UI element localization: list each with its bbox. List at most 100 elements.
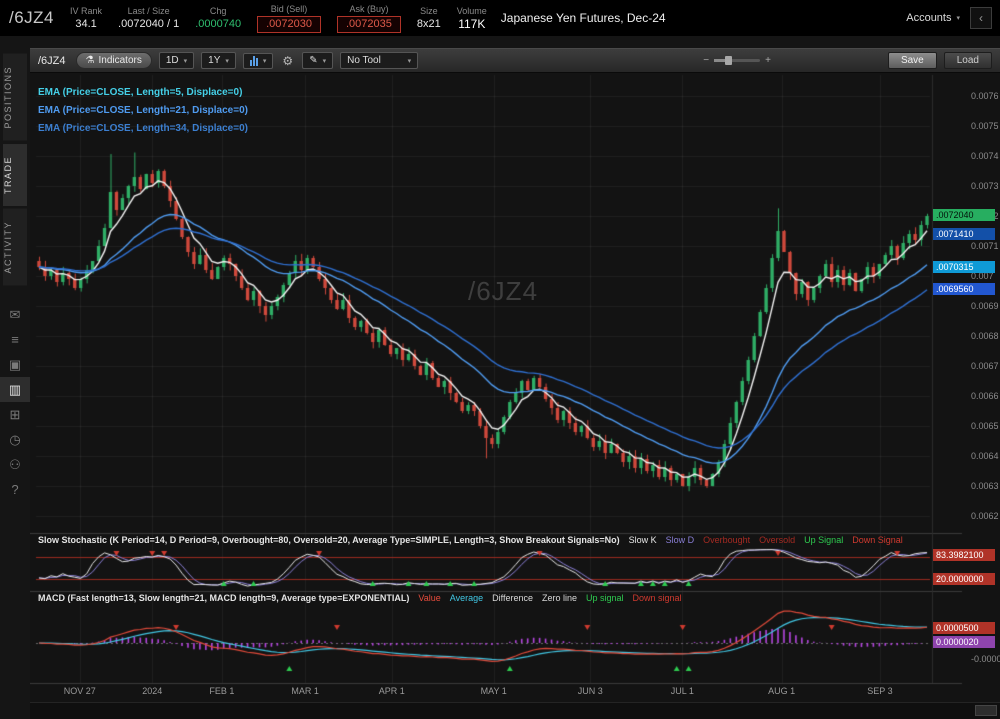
legend-item: Down Signal [852,535,903,545]
toolbar-symbol[interactable]: /6JZ4 [38,55,66,67]
sidebar-tab-positions[interactable]: POSITIONS [3,54,27,141]
stat-label: Last / Size [128,5,170,18]
chevron-down-icon: ▾ [263,57,267,65]
zoom-slider[interactable] [714,59,760,62]
x-axis-label: AUG 1 [759,686,805,696]
drawing-tools-select[interactable]: ✎ ▾ [302,52,333,69]
stat-label: IV Rank [70,5,102,18]
legend-item: Difference [492,593,533,603]
macd-value-badge: 0.0000500 [933,622,995,634]
y-axis-label: 0.0066 [971,391,999,401]
x-axis-label: JUL 1 [659,686,705,696]
app-body: POSITIONS TRADE ACTIVITY ✉≡▣▥⊞◷⚇? /6JZ4 ⚗ … [0,36,1000,719]
community-icon[interactable]: ⚇ [0,452,30,477]
flask-icon: ⚗ [86,55,95,66]
header-stat: Volume117K [457,5,487,31]
products-icon[interactable]: ▣ [0,352,30,377]
stochastic-header: Slow Stochastic (K Period=14, D Period=9… [38,535,903,545]
stat-value: .0072030 [257,16,321,33]
chart-watermark: /6JZ4 [468,276,538,307]
resize-grip[interactable] [975,705,997,716]
stat-value: 8x21 [417,18,441,31]
x-axis-label: MAY 1 [471,686,517,696]
watchlist-icon[interactable]: ≡ [0,327,30,352]
active-tool-select[interactable]: No Tool ▾ [340,52,418,69]
sidebar-tab-activity[interactable]: ACTIVITY [3,209,27,286]
stat-label: Ask (Buy) [349,3,388,16]
stat-value: .0072035 [337,16,401,33]
active-tool-value: No Tool [347,55,381,66]
history-icon[interactable]: ◷ [0,427,30,452]
y-axis-label: 0.0062 [971,511,999,521]
legend-item: Down signal [633,593,682,603]
macd-header: MACD (Fast length=13, Slow length=21, MA… [38,593,682,603]
zoom-control: − + [703,55,771,66]
messages-icon[interactable]: ✉ [0,302,30,327]
timeframe-select[interactable]: 1D ▾ [159,52,194,69]
chart-type-select[interactable]: ▾ [243,53,274,69]
x-axis-label: 2024 [129,686,175,696]
zoom-out-icon[interactable]: − [703,55,709,66]
zoom-slider-knob[interactable] [725,56,732,65]
quote-header: /6JZ4 IV Rank34.1 Last / Size.0072040 / 1… [0,0,1000,36]
macd-axis-label: -0.00005 [971,654,1000,664]
study-label: EMA (Price=CLOSE, Length=5, Displace=0) [38,87,242,98]
macd-diff-badge: 0.0000020 [933,636,995,648]
ema-value-badge: .0069560 [933,283,995,295]
legend-item: Slow D [666,535,695,545]
trading-app: /6JZ4 IV Rank34.1 Last / Size.0072040 / 1… [0,0,1000,719]
legend-item: Oversold [759,535,795,545]
range-value: 1Y [208,55,220,66]
y-axis-label: 0.0073 [971,181,999,191]
instrument-name: Japanese Yen Futures, Dec-24 [501,11,666,25]
stoch-oversold-badge: 20.0000000 [933,573,995,585]
gear-icon: ⚙ [282,54,293,68]
study-label: EMA (Price=CLOSE, Length=21, Displace=0) [38,105,248,116]
stoch-k-badge: 83.3982100 [933,549,995,561]
study-label: EMA (Price=CLOSE, Length=34, Displace=0) [38,123,248,134]
left-sidebar: POSITIONS TRADE ACTIVITY ✉≡▣▥⊞◷⚇? [0,36,30,719]
stat-label: Bid (Sell) [271,3,308,16]
ema-value-badge: .0071410 [933,228,995,240]
indicators-label: Indicators [98,55,141,66]
apps-grid-icon[interactable]: ⊞ [0,402,30,427]
chart-area: EMA (Price=CLOSE, Length=5, Displace=0) E… [30,73,1000,719]
accounts-dropdown[interactable]: Accounts ▾ [906,12,960,24]
chart-canvas[interactable] [30,73,1000,719]
legend-item: Slow K [629,535,657,545]
drawing-tools-icon: ✎ [309,55,317,66]
chevron-down-icon: ▾ [323,57,327,65]
indicators-button[interactable]: ⚗ Indicators [76,52,152,69]
chart-toolbar: /6JZ4 ⚗ Indicators 1D ▾ 1Y ▾ ▾ ⚙ [30,48,1000,73]
save-button[interactable]: Save [888,52,937,69]
x-axis-label: FEB 1 [199,686,245,696]
header-stat: Bid (Sell).0072030 [257,3,321,33]
x-axis-label: NOV 27 [57,686,103,696]
x-axis-label: APR 1 [369,686,415,696]
macd-title: MACD (Fast length=13, Slow length=21, MA… [38,593,409,603]
sidebar-tab-trade[interactable]: TRADE [3,144,27,206]
stat-label: Chg [210,5,227,18]
stat-value: .0072040 / 1 [118,18,179,31]
stat-value: .0000740 [195,18,241,31]
zoom-in-icon[interactable]: + [765,55,771,66]
header-stat: IV Rank34.1 [70,5,102,31]
header-symbol: /6JZ4 [0,8,70,28]
legend-item: Zero line [542,593,577,603]
header-stat: Last / Size.0072040 / 1 [118,5,179,31]
help-icon[interactable]: ? [0,477,30,502]
load-button[interactable]: Load [944,52,992,69]
sidebar-icons: ✉≡▣▥⊞◷⚇? [0,302,30,502]
panel-top-gap [30,36,1000,48]
sidebar-tabs: POSITIONS TRADE ACTIVITY [3,54,27,285]
y-axis-label: 0.0064 [971,451,999,461]
chart-icon[interactable]: ▥ [0,377,30,402]
y-axis-label: 0.0065 [971,421,999,431]
chart-settings-button[interactable]: ⚙ [280,54,295,68]
header-stat: Chg.0000740 [195,5,241,31]
range-select[interactable]: 1Y ▾ [201,52,236,69]
collapse-panel-button[interactable]: ‹ [970,7,992,29]
y-axis-label: 0.0076 [971,91,999,101]
ema-value-badge: .0070315 [933,261,995,273]
stochastic-title: Slow Stochastic (K Period=14, D Period=9… [38,535,620,545]
